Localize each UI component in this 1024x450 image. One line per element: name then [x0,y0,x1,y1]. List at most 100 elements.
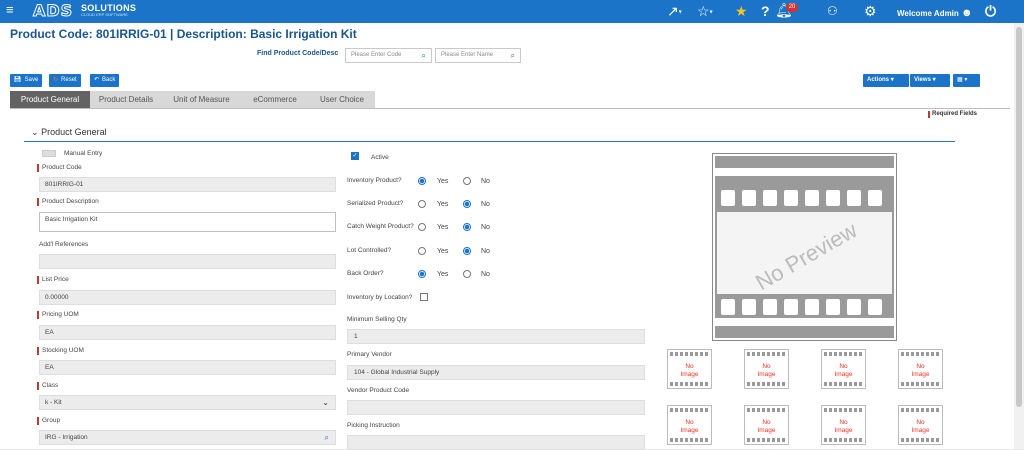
inventory-by-location-label: Inventory by Location? [347,294,413,301]
thumbnail-4[interactable]: No Image [898,349,943,389]
no-preview-image: No Preview [715,156,894,338]
group-field[interactable]: IRG - Irrigation ⌕ [39,430,336,445]
no-image-text: Image [834,371,853,378]
manual-entry-toggle[interactable] [42,150,56,157]
users-icon[interactable]: ⚇ [827,3,838,19]
search-icon[interactable]: ⌕ [325,431,329,444]
tab-product-general[interactable]: Product General [10,91,90,108]
product-description-field[interactable]: Basic Irrigation Kit [39,212,336,232]
manual-entry-label: Manual Entry [64,150,103,157]
no-image-text: No [916,363,925,370]
product-image-preview[interactable]: No Preview [712,153,897,341]
inventory-product-label: Inventory Product? [347,177,402,184]
vendor-product-code-field[interactable] [347,400,645,415]
addl-references-label: Add'l References [39,241,89,248]
reset-button[interactable]: ↻ Reset [49,74,81,87]
class-select[interactable]: k - Kit ⌄ [39,395,336,410]
addl-references-field[interactable] [39,254,336,269]
lot-controlled-yes-radio[interactable] [418,247,426,255]
thumbnail-8[interactable]: No Image [898,405,943,445]
tab-unit-of-measure[interactable]: Unit of Measure [162,91,241,108]
thumbnail-3[interactable]: No Image [821,349,866,389]
product-code-field[interactable]: 801IRRIG-01 [39,177,336,192]
picking-instruction-label: Picking Instruction [347,422,400,429]
actions-button[interactable]: Actions ▾ [863,74,909,87]
section-header[interactable]: ⌄ Product General [31,127,107,138]
serialized-product-no-radio[interactable] [463,200,471,208]
section-divider [24,141,955,142]
back-order-no-radio[interactable] [463,270,471,278]
star-icon[interactable]: ★ [735,3,748,19]
catch-weight-product-label: Catch Weight Product? [347,223,414,230]
search-icon[interactable]: ⌕ [422,49,426,62]
favorites-star-icon[interactable]: ☆▾ [697,3,713,20]
inventory-by-location-checkbox[interactable] [420,293,428,301]
pricing-uom-label: Pricing UOM [37,311,79,319]
no-label: No [481,224,490,231]
hamburger-menu-icon[interactable]: ≡ [6,3,14,16]
active-checkbox[interactable]: ✓ [351,152,359,160]
product-code-label: Product Code [37,164,82,172]
back-order-label: Back Order? [347,270,384,277]
thumbnail-7[interactable]: No Image [821,405,866,445]
views-button[interactable]: Views ▾ [910,74,950,87]
catch-weight-yes-radio[interactable] [418,223,426,231]
notification-badge: 20 [786,3,798,12]
no-label: No [481,271,490,278]
inventory-product-yes-radio[interactable] [418,177,426,185]
active-label: Active [371,154,389,161]
chevron-down-icon: ▾ [964,77,968,83]
no-label: No [481,248,490,255]
code-placeholder: Please Enter Code [351,52,402,58]
min-selling-qty-field[interactable]: 1 [347,329,645,344]
primary-vendor-field[interactable]: 104 - Global Industrial Supply [347,365,645,380]
thumbnail-5[interactable]: No Image [667,405,712,445]
list-price-field[interactable]: 0.00000 [39,290,336,305]
required-fields-note: Required Fields [928,111,977,118]
scrollbar-thumb[interactable] [1016,27,1022,407]
save-icon: 💾︎ [14,77,22,83]
find-name-input[interactable]: Please Enter Name ⌕ [435,48,521,63]
class-value: k - Kit [45,399,62,406]
no-image-text: Image [757,371,776,378]
logo-mark: ADS [32,1,74,20]
tab-user-choice[interactable]: User Choice [309,91,375,108]
no-image-text: No [839,419,848,426]
stocking-uom-field[interactable]: EA [39,360,336,375]
thumbnail-6[interactable]: No Image [744,405,789,445]
power-icon[interactable]: ⏻ [985,3,996,19]
lot-controlled-no-radio[interactable] [463,247,471,255]
welcome-text[interactable]: Welcome Admin ☻ [897,7,973,19]
no-image-text: No [685,363,694,370]
tab-divider [10,108,1010,109]
thumbnail-2[interactable]: No Image [744,349,789,389]
gear-icon[interactable]: ⚙ [864,3,877,19]
calendar-button[interactable]: ▦ ▾ [953,74,980,87]
yes-label: Yes [437,271,449,278]
picking-instruction-field[interactable] [347,435,645,450]
help-icon[interactable]: ? [761,3,770,19]
serialized-product-yes-radio[interactable] [418,200,426,208]
back-icon: ↶ [94,77,100,83]
user-icon: ☻ [961,7,973,19]
chevron-down-icon: ⌄ [31,127,39,137]
serialized-product-label: Serialized Product? [347,200,404,207]
back-order-yes-radio[interactable] [418,270,426,278]
min-selling-qty-label: Minimum Selling Qty [347,316,407,323]
back-button[interactable]: ↶ Back [90,74,120,87]
pricing-uom-field[interactable]: EA [39,325,336,340]
yes-label: Yes [437,224,449,231]
catch-weight-no-radio[interactable] [463,223,471,231]
thumbnail-1[interactable]: No Image [667,349,712,389]
save-button[interactable]: 💾︎ Save [10,74,43,87]
reset-icon: ↻ [53,77,59,83]
no-image-text: Image [680,427,699,434]
no-image-text: No [762,363,771,370]
tab-ecommerce[interactable]: eCommerce [241,91,309,108]
tab-product-details[interactable]: Product Details [90,91,162,108]
inventory-product-no-radio[interactable] [463,177,471,185]
no-image-text: Image [834,427,853,434]
search-icon[interactable]: ⌕ [511,49,515,62]
find-code-input[interactable]: Please Enter Code ⌕ [345,48,432,63]
share-icon[interactable]: ↗▾ [667,3,682,20]
